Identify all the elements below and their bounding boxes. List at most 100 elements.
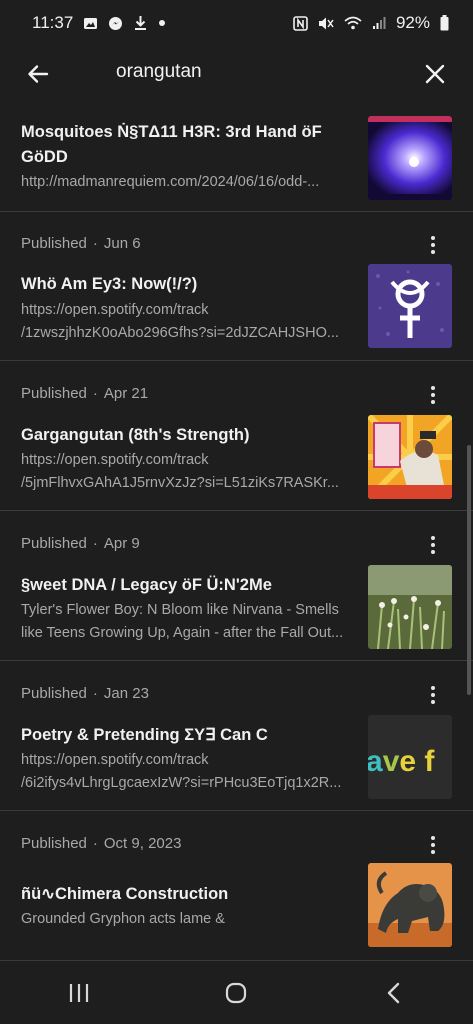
thumbnail-image (368, 116, 452, 200)
more-options-button[interactable] (423, 531, 443, 559)
subtitle-line: like Teens Growing Up, Again - after the… (21, 625, 344, 641)
list-item[interactable]: Published · Jun 6 Whö Am Ey3: Now(!/?) htt… (0, 212, 473, 361)
more-vert-icon (431, 536, 435, 540)
item-title: §weet DNA / Legacy öF Ü:N'2Me (21, 573, 357, 598)
title-line: Mosquitoes Ṅ§TΔ11 H3R: 3rd Hand öF (21, 123, 322, 141)
item-title: Gargangutan (8th's Strength) (21, 423, 357, 448)
publish-status: Published (21, 535, 87, 552)
nfc-icon (293, 15, 308, 31)
status-bar: 11:37 92% (0, 0, 473, 46)
more-options-button[interactable] (423, 381, 443, 409)
wifi-icon (344, 16, 362, 30)
thumbnail-image (368, 264, 452, 348)
publish-date: Jan 23 (103, 685, 149, 702)
title-line: Gargangutan (8th's Strength) (21, 426, 250, 444)
title-line: Whö Am Ey3: Now(!/?) (21, 275, 198, 293)
thumbnail-image: ave f (368, 715, 452, 799)
item-title: Poetry & Pretending ΣΥ∃ Can C (21, 723, 357, 748)
item-subtitle: Grounded Gryphon acts lame & (21, 908, 357, 931)
back-button[interactable] (22, 58, 54, 90)
item-meta: Published · Apr 21 (21, 385, 148, 402)
subtitle-line: https://open.spotify.com/track (21, 302, 209, 318)
recent-apps-button[interactable] (59, 973, 99, 1013)
battery-percent: 92% (395, 13, 430, 32)
item-subtitle: https://open.spotify.com/track /5jmFlhvx… (21, 449, 357, 495)
more-vert-icon (431, 386, 435, 390)
subtitle-line: Tyler's Flower Boy: N Bloom like Nirvana… (21, 602, 339, 618)
subtitle-line: /6i2ifys4vLhrgLgcaexIzW?si=rPHcu3EoTjq1x… (21, 775, 342, 791)
publish-status: Published (21, 685, 87, 702)
search-bar: orangutan (0, 46, 473, 102)
thumbnail-image (368, 565, 452, 649)
subtitle-line: https://open.spotify.com/track (21, 452, 209, 468)
more-options-button[interactable] (423, 231, 443, 259)
system-nav-bar (0, 962, 473, 1024)
item-meta: Published · Apr 9 (21, 535, 140, 552)
separator-dot: · (92, 535, 98, 552)
arrow-left-icon (28, 65, 49, 83)
status-left: 11:37 (32, 13, 166, 33)
thumbnail-image (368, 415, 452, 499)
status-time: 11:37 (32, 13, 74, 32)
publish-date: Oct 9, 2023 (103, 835, 182, 852)
more-options-button[interactable] (423, 831, 443, 859)
dot-icon (158, 19, 166, 27)
more-vert-icon (431, 836, 435, 840)
signal-icon (372, 16, 386, 30)
more-vert-icon (431, 686, 435, 690)
item-title: Mosquitoes Ṅ§TΔ11 H3R: 3rd Hand öF GöDD (21, 120, 357, 170)
home-icon (226, 982, 247, 1004)
item-subtitle: Tyler's Flower Boy: N Bloom like Nirvana… (21, 599, 357, 645)
title-line: ñü∿Chimera Construction (21, 885, 229, 903)
list-item[interactable]: Published · Jan 23 Poetry & Pretending ΣΥ∃… (0, 661, 473, 811)
title-line: Poetry & Pretending ΣΥ∃ Can C (21, 726, 268, 744)
list-item[interactable]: Mosquitoes Ṅ§TΔ11 H3R: 3rd Hand öF GöDD … (0, 102, 473, 212)
publish-status: Published (21, 835, 87, 852)
publish-date: Apr 9 (103, 535, 140, 552)
status-right: 92% (293, 13, 449, 33)
mute-icon (318, 16, 334, 31)
messenger-icon (108, 16, 123, 31)
separator-dot: · (92, 685, 98, 702)
list-item[interactable]: Published · Apr 21 Gargangutan (8th's Stre… (0, 361, 473, 511)
item-subtitle: https://open.spotify.com/track /6i2ifys4… (21, 749, 357, 795)
item-meta: Published · Oct 9, 2023 (21, 835, 181, 852)
item-subtitle: https://open.spotify.com/track /1zwszjhh… (21, 299, 357, 345)
clear-search-button[interactable] (419, 58, 451, 90)
chevron-left-icon (387, 982, 400, 1004)
search-input[interactable]: orangutan (116, 61, 202, 83)
subtitle-line: Grounded Gryphon acts lame & (21, 911, 225, 927)
item-title: Whö Am Ey3: Now(!/?) (21, 272, 357, 297)
item-title: ñü∿Chimera Construction (21, 882, 357, 907)
more-options-button[interactable] (423, 681, 443, 709)
separator-dot: · (92, 835, 98, 852)
title-line: §weet DNA / Legacy öF Ü:N'2Me (21, 576, 272, 594)
item-subtitle: http://madmanrequiem.com/2024/06/16/odd-… (21, 171, 357, 194)
download-icon (133, 15, 148, 31)
publish-status: Published (21, 385, 87, 402)
thumbnail-text: ave f (368, 745, 435, 778)
home-button[interactable] (216, 973, 256, 1013)
list-item[interactable]: Published · Oct 9, 2023 ñü∿Chimera Constru… (0, 811, 473, 961)
subtitle-line: /1zwszjhhzK0oAbo296Gfhs?si=2dJZCAHJSHO..… (21, 325, 339, 341)
thumbnail-image (368, 863, 452, 947)
more-vert-icon (431, 236, 435, 240)
scrollbar[interactable] (467, 445, 471, 695)
divider (0, 960, 473, 961)
separator-dot: · (92, 385, 98, 402)
publish-status: Published (21, 235, 87, 252)
separator-dot: · (92, 235, 98, 252)
recent-apps-icon (69, 984, 88, 1002)
system-back-button[interactable] (374, 973, 414, 1013)
battery-icon (440, 15, 449, 31)
publish-date: Jun 6 (103, 235, 141, 252)
image-icon (83, 16, 98, 31)
subtitle-line: https://open.spotify.com/track (21, 752, 209, 768)
list-item[interactable]: Published · Apr 9 §weet DNA / Legacy öF Ü:… (0, 511, 473, 661)
item-meta: Published · Jun 6 (21, 235, 141, 252)
title-line: GöDD (21, 148, 68, 166)
results-list: Mosquitoes Ṅ§TΔ11 H3R: 3rd Hand öF GöDD … (0, 102, 473, 962)
subtitle-line: http://madmanrequiem.com/2024/06/16/odd-… (21, 174, 320, 190)
subtitle-line: /5jmFlhvxGAhA1J5rnvXzJz?si=L51ziKs7RASKr… (21, 475, 339, 491)
close-icon (425, 64, 445, 84)
